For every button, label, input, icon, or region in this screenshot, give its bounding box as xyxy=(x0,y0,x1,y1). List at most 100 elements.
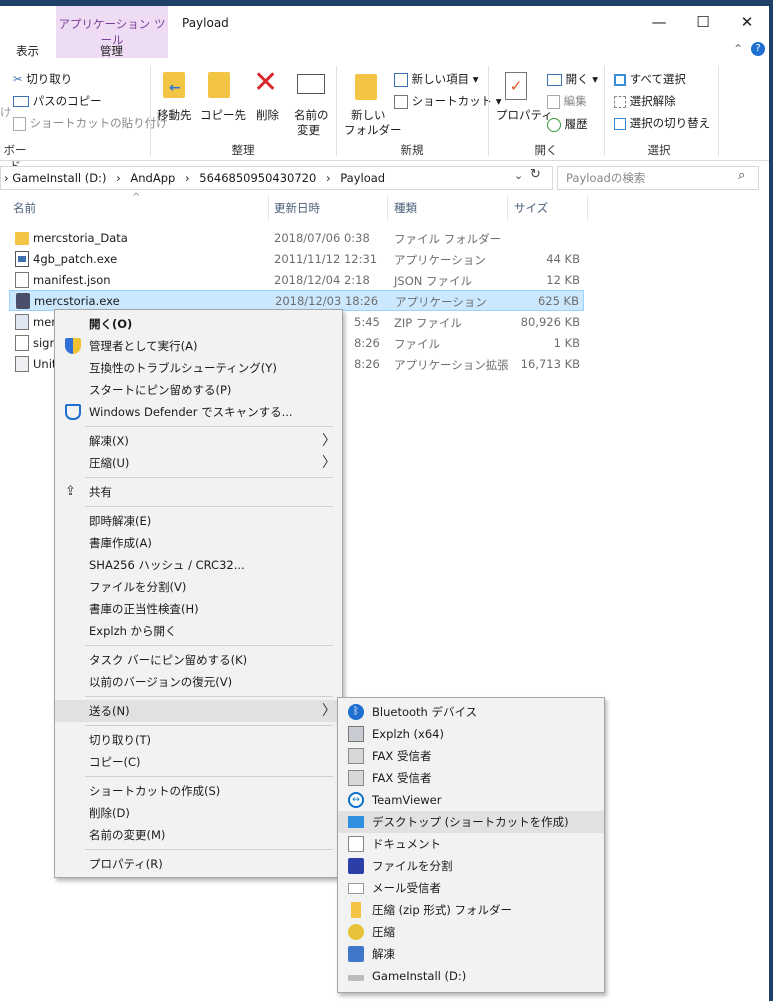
organize-group-label: 整理 xyxy=(231,143,255,157)
breadcrumb-drive[interactable]: GameInstall (D:) xyxy=(12,171,106,185)
send-to-item[interactable]: 圧縮 xyxy=(338,921,604,943)
select-none-icon xyxy=(614,95,626,108)
column-size-header[interactable]: サイズ xyxy=(514,200,548,216)
menu-item-pin-taskbar[interactable]: タスク バーにピン留めする(K) xyxy=(55,649,342,671)
copy-path-button[interactable]: パスのコピー xyxy=(13,93,102,109)
menu-item-create-archive[interactable]: 書庫作成(A) xyxy=(55,532,342,554)
menu-separator xyxy=(85,506,333,507)
properties-button[interactable]: プロパティ xyxy=(496,107,553,123)
breadcrumb-id[interactable]: 5646850950430720 xyxy=(199,171,316,185)
address-dropdown-icon[interactable]: ⌄ xyxy=(514,169,523,182)
new-folder-icon xyxy=(355,74,377,100)
menu-item-rename[interactable]: 名前の変更(M) xyxy=(55,824,342,846)
maximize-button[interactable]: ☐ xyxy=(680,6,726,38)
help-icon[interactable]: ? xyxy=(751,42,765,56)
column-divider[interactable] xyxy=(587,196,588,220)
table-row[interactable]: 4gb_patch.exe 2011/11/12 12:31 アプリケーション … xyxy=(9,249,584,270)
tab-view[interactable]: 表示 xyxy=(16,43,39,59)
select-none-button[interactable]: 選択解除 xyxy=(614,93,676,109)
delete-button[interactable]: 削除 xyxy=(256,107,279,123)
file-type: アプリケーション xyxy=(394,253,486,267)
send-to-item[interactable]: ᛒ Bluetooth デバイス xyxy=(338,701,604,723)
minimize-button[interactable]: — xyxy=(636,6,682,38)
open-button[interactable]: 開く ▾ xyxy=(547,71,598,87)
menu-separator xyxy=(85,849,333,850)
menu-item-open-explzh[interactable]: Explzh から開く xyxy=(55,620,342,642)
column-name-header[interactable]: 名前 xyxy=(13,200,36,216)
send-to-item[interactable]: FAX 受信者 xyxy=(338,767,604,789)
collapse-ribbon-icon[interactable]: ⌃ xyxy=(733,42,743,56)
close-button[interactable]: ✕ xyxy=(724,6,770,38)
menu-separator xyxy=(85,776,333,777)
new-group-label: 新規 xyxy=(400,143,424,157)
search-icon[interactable]: ⌕ xyxy=(738,168,745,183)
send-to-item[interactable]: ドキュメント xyxy=(338,833,604,855)
drive-icon xyxy=(348,975,364,981)
menu-item-sha256[interactable]: SHA256 ハッシュ / CRC32... xyxy=(55,554,342,576)
file-size: 12 KB xyxy=(546,273,580,287)
send-to-item[interactable]: 解凍 xyxy=(338,943,604,965)
cut-button[interactable]: ✂ 切り取り xyxy=(13,71,72,87)
menu-item-split-file[interactable]: ファイルを分割(V) xyxy=(55,576,342,598)
table-row[interactable]: manifest.json 2018/12/04 2:18 JSON ファイル … xyxy=(9,270,584,291)
send-to-item[interactable]: GameInstall (D:) xyxy=(338,965,604,987)
menu-item-verify-archive[interactable]: 書庫の正当性検査(H) xyxy=(55,598,342,620)
new-folder-button-line1[interactable]: 新しい xyxy=(351,107,386,123)
breadcrumb-separator: › xyxy=(325,171,331,185)
menu-item-copy[interactable]: コピー(C) xyxy=(55,751,342,773)
column-divider[interactable] xyxy=(268,196,269,220)
invert-selection-button[interactable]: 選択の切り替え xyxy=(614,115,710,131)
menu-item-instant-extract[interactable]: 即時解凍(E) xyxy=(55,510,342,532)
ribbon-divider xyxy=(718,66,719,156)
send-to-item[interactable]: メール受信者 xyxy=(338,877,604,899)
shortcut-button[interactable]: ショートカット ▾ xyxy=(394,93,502,109)
refresh-icon[interactable]: ↻ xyxy=(530,167,541,182)
new-item-button[interactable]: 新しい項目 ▾ xyxy=(394,71,479,87)
scissors-icon: ✂ xyxy=(13,72,23,86)
search-input[interactable]: Payloadの検索 xyxy=(566,170,645,186)
send-to-item[interactable]: ↔ TeamViewer xyxy=(338,789,604,811)
table-row[interactable]: mercstoria_Data 2018/07/06 0:38 ファイル フォル… xyxy=(9,228,584,249)
menu-item-properties[interactable]: プロパティ(R) xyxy=(55,853,342,875)
edit-button[interactable]: 編集 xyxy=(547,93,587,109)
column-divider[interactable] xyxy=(507,196,508,220)
table-row-selected[interactable]: mercstoria.exe 2018/12/03 18:26 アプリケーション… xyxy=(9,290,584,311)
select-all-button[interactable]: すべて選択 xyxy=(614,71,686,87)
breadcrumb-payload[interactable]: Payload xyxy=(340,171,385,185)
menu-item-extract[interactable]: 解凍(X) 〉 xyxy=(55,430,342,452)
menu-item-pin-start[interactable]: スタートにピン留めする(P) xyxy=(55,379,342,401)
send-to-item-highlighted[interactable]: デスクトップ (ショートカットを作成) xyxy=(338,811,604,833)
menu-item-defender[interactable]: Windows Defender でスキャンする... xyxy=(55,401,342,423)
column-modified-header[interactable]: 更新日時 xyxy=(274,200,320,216)
copy-to-button[interactable]: コピー先 xyxy=(200,107,246,123)
history-icon xyxy=(547,117,561,132)
menu-item-troubleshoot[interactable]: 互換性のトラブルシューティング(Y) xyxy=(55,357,342,379)
menu-item-cut[interactable]: 切り取り(T) xyxy=(55,729,342,751)
menu-item-send-to[interactable]: 送る(N) 〉 xyxy=(55,700,342,722)
menu-item-compress[interactable]: 圧縮(U) 〉 xyxy=(55,452,342,474)
paste-shortcut-button[interactable]: ショートカットの貼り付け xyxy=(13,115,168,131)
tab-manage[interactable]: 管理 xyxy=(100,43,123,59)
send-to-item[interactable]: Explzh (x64) xyxy=(338,723,604,745)
send-to-item[interactable]: ファイルを分割 xyxy=(338,855,604,877)
menu-item-open[interactable]: 開く(O) xyxy=(55,313,342,335)
rename-button-line2[interactable]: 変更 xyxy=(297,122,320,138)
breadcrumb-andapp[interactable]: AndApp xyxy=(130,171,175,185)
menu-item-delete[interactable]: 削除(D) xyxy=(55,802,342,824)
new-folder-button-line2[interactable]: フォルダー xyxy=(344,122,402,138)
file-date: 8:26 xyxy=(354,336,380,350)
history-button[interactable]: 履歴 xyxy=(547,116,588,132)
column-divider[interactable] xyxy=(387,196,388,220)
file-name: mercstoria_Data xyxy=(33,231,128,245)
menu-item-run-as-admin[interactable]: 管理者として実行(A) xyxy=(55,335,342,357)
send-to-item[interactable]: 圧縮 (zip 形式) フォルダー xyxy=(338,899,604,921)
send-to-item[interactable]: FAX 受信者 xyxy=(338,745,604,767)
column-type-header[interactable]: 種類 xyxy=(394,200,417,216)
menu-item-create-shortcut[interactable]: ショートカットの作成(S) xyxy=(55,780,342,802)
menu-item-share[interactable]: ⇪ 共有 xyxy=(55,481,342,503)
rename-button-line1[interactable]: 名前の xyxy=(294,107,329,123)
delete-icon: ✕ xyxy=(253,65,279,100)
menu-item-restore-versions[interactable]: 以前のバージョンの復元(V) xyxy=(55,671,342,693)
move-to-icon: ← xyxy=(163,72,185,98)
move-to-button[interactable]: 移動先 xyxy=(157,107,192,123)
